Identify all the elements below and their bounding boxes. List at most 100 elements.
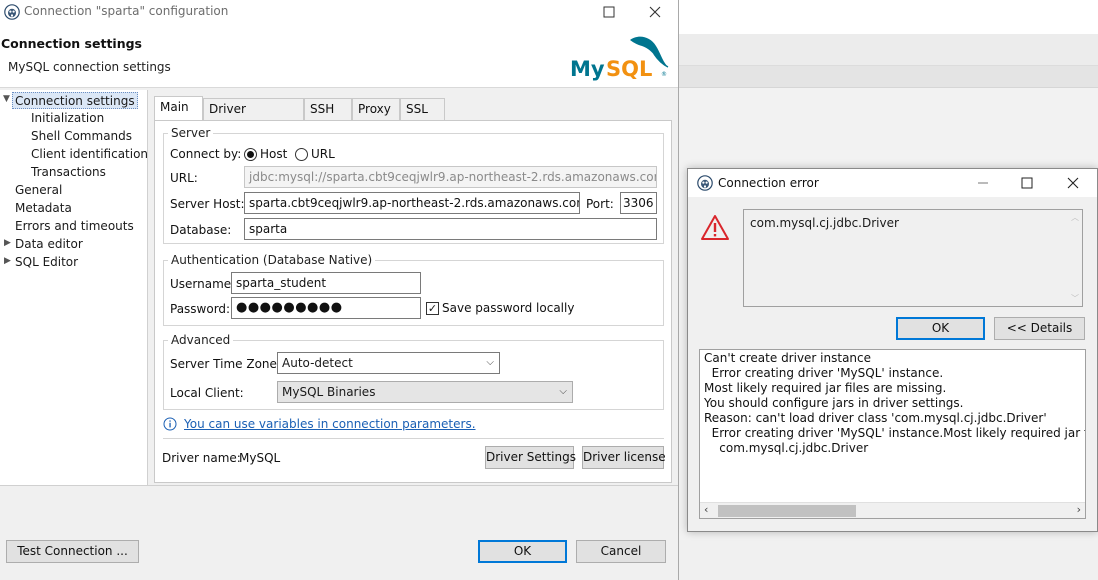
dialog-title: Connection "sparta" configuration — [24, 4, 229, 18]
detail-line: Error creating driver 'MySQL' instance. — [704, 366, 944, 380]
timezone-combo[interactable]: Auto-detect ⌵ — [277, 352, 500, 374]
host-radio[interactable] — [244, 148, 257, 161]
tab-proxy[interactable]: Proxy — [352, 98, 400, 120]
background-statusbar — [678, 540, 1098, 580]
close-button[interactable] — [1064, 174, 1082, 192]
port-field[interactable]: 3306 — [620, 192, 657, 214]
divider — [163, 438, 664, 439]
minimize-button[interactable] — [974, 174, 992, 192]
mysql-logo: My SQL ® — [568, 30, 672, 86]
tree-item-general[interactable]: General — [15, 182, 62, 199]
url-radio-label: URL — [311, 147, 335, 161]
dialog-header: Connection settings MySQL connection set… — [0, 24, 678, 88]
driver-name-value: MySQL — [239, 451, 281, 465]
variables-info-link[interactable]: You can use variables in connection para… — [184, 417, 476, 431]
dbeaver-icon — [697, 175, 713, 191]
tab-ssl[interactable]: SSL — [400, 98, 445, 120]
local-client-combo[interactable]: MySQL Binaries ⌵ — [277, 381, 573, 403]
maximize-icon — [603, 6, 615, 18]
save-password-label: Save password locally — [442, 301, 575, 315]
tree-item-shell-commands[interactable]: Shell Commands — [31, 128, 132, 145]
scroll-right-icon[interactable]: › — [1077, 503, 1081, 516]
url-label: URL: — [170, 171, 198, 185]
auth-group-title: Authentication (Database Native) — [168, 253, 376, 267]
host-radio-label: Host — [260, 147, 288, 161]
server-group-title: Server — [168, 126, 214, 140]
minimize-icon — [978, 182, 988, 184]
ok-button[interactable]: OK — [478, 540, 567, 563]
horizontal-scrollbar[interactable]: ‹ › — [700, 502, 1085, 518]
header-title: Connection settings — [1, 36, 142, 51]
detail-line: Most likely required jar files are missi… — [704, 381, 947, 395]
warning-icon — [701, 215, 729, 240]
password-field[interactable]: ●●●●●●●●● — [231, 297, 421, 319]
chevron-down-icon: ⌵ — [486, 357, 494, 368]
server-host-field[interactable]: sparta.cbt9ceqjwlr9.ap-northeast-2.rds.a… — [244, 192, 580, 214]
tree-item-sql-editor[interactable]: SQL Editor — [15, 254, 78, 271]
tab-ssh[interactable]: SSH — [304, 98, 352, 120]
error-details-button[interactable]: << Details — [994, 317, 1085, 340]
username-field[interactable]: sparta_student — [231, 272, 421, 294]
header-subtitle: MySQL connection settings — [8, 60, 171, 74]
maximize-button[interactable] — [1018, 174, 1036, 192]
detail-line: Can't create driver instance — [704, 351, 872, 365]
advanced-group-title: Advanced — [168, 333, 234, 347]
error-ok-button[interactable]: OK — [896, 317, 985, 340]
timezone-label: Server Time Zone: — [170, 357, 281, 371]
info-icon — [163, 417, 177, 431]
server-host-label: Server Host: — [170, 197, 245, 211]
svg-text:My: My — [570, 57, 605, 81]
expand-arrow-icon[interactable]: ▶ — [4, 238, 11, 248]
maximize-button[interactable] — [600, 3, 618, 21]
close-button[interactable] — [646, 3, 664, 21]
username-label: Username: — [170, 277, 236, 291]
cancel-button[interactable]: Cancel — [576, 540, 666, 563]
close-icon — [1067, 177, 1079, 189]
port-label: Port: — [586, 197, 614, 211]
connect-by-label: Connect by: — [170, 147, 242, 161]
error-message-text: com.mysql.cj.jdbc.Driver — [750, 216, 899, 230]
expand-arrow-icon[interactable]: ▶ — [4, 256, 11, 266]
local-client-value: MySQL Binaries — [282, 385, 376, 399]
tree-item-connection-settings[interactable]: Connection settings — [12, 92, 138, 109]
error-details-box: Can't create driver instance Error creat… — [699, 349, 1086, 519]
timezone-value: Auto-detect — [282, 356, 353, 370]
connection-content-panel: Main Driver properties SSH Proxy SSL Ser… — [154, 96, 672, 483]
url-field: jdbc:mysql://sparta.cbt9ceqjwlr9.ap-nort… — [244, 166, 657, 188]
collapse-arrow-icon[interactable]: ▼ — [3, 94, 10, 104]
url-radio[interactable] — [295, 148, 308, 161]
dbeaver-icon — [4, 4, 20, 20]
background-toolbar — [678, 34, 1098, 66]
connection-error-dialog: Connection error com.mysql.cj.jdbc.Drive… — [687, 168, 1098, 532]
tree-item-metadata[interactable]: Metadata — [15, 200, 72, 217]
connection-config-dialog: Connection "sparta" configuration Connec… — [0, 0, 679, 580]
tree-item-client-identification[interactable]: Client identification — [31, 146, 148, 163]
tab-main[interactable]: Main — [154, 96, 203, 120]
driver-settings-button[interactable]: Driver Settings — [485, 446, 576, 469]
tab-driver-properties[interactable]: Driver properties — [203, 98, 304, 136]
test-connection-button[interactable]: Test Connection ... — [6, 540, 139, 563]
tab-main-body: Server Connect by: Host URL URL: jdbc:my… — [154, 120, 672, 483]
save-password-checkbox[interactable]: ✓ — [426, 302, 439, 315]
scroll-down-icon[interactable]: ﹀ — [1071, 293, 1079, 304]
chevron-down-icon: ⌵ — [559, 386, 567, 397]
tree-item-errors-timeouts[interactable]: Errors and timeouts — [15, 218, 134, 235]
scroll-left-icon[interactable]: ‹ — [704, 503, 708, 516]
settings-tree: ▼ Connection settings Initialization She… — [0, 90, 148, 485]
tree-item-initialization[interactable]: Initialization — [31, 110, 104, 127]
scroll-up-icon[interactable]: ︿ — [1071, 212, 1079, 223]
maximize-icon — [1021, 177, 1033, 189]
driver-license-button[interactable]: Driver license — [582, 446, 666, 469]
tree-item-transactions[interactable]: Transactions — [31, 164, 106, 181]
dialog-button-bar: Test Connection ... OK Cancel — [0, 485, 678, 580]
close-icon — [649, 6, 661, 18]
tree-item-data-editor[interactable]: Data editor — [15, 236, 83, 253]
svg-text:®: ® — [661, 71, 667, 78]
driver-name-label: Driver name: — [162, 451, 241, 465]
detail-line: Error creating driver 'MySQL' instance.M… — [711, 426, 1085, 440]
database-field[interactable]: sparta — [244, 218, 657, 240]
error-dialog-titlebar[interactable]: Connection error — [688, 169, 1097, 197]
detail-line: com.mysql.cj.jdbc.Driver — [704, 441, 869, 455]
scrollbar-thumb[interactable] — [718, 505, 856, 517]
dialog-titlebar[interactable]: Connection "sparta" configuration — [0, 0, 678, 24]
